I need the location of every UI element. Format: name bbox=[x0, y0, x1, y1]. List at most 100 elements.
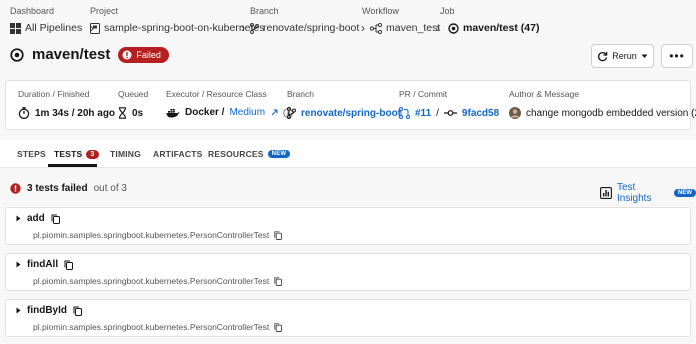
test-item[interactable]: add pl.piomin.samples.springboot.kuberne… bbox=[5, 207, 691, 245]
caret-down-icon bbox=[641, 54, 648, 59]
tab-timing-label: TIMING bbox=[110, 149, 141, 159]
copy-icon[interactable] bbox=[51, 214, 60, 224]
tab-resources[interactable]: RESOURCES NEW bbox=[208, 149, 291, 159]
dashboard-grid-icon bbox=[10, 22, 21, 34]
tests-summary: 3 tests failed out of 3 bbox=[10, 183, 127, 194]
crumb-branch[interactable]: Branch renovate/spring-boot bbox=[250, 6, 359, 34]
page-title: maven/test bbox=[32, 46, 111, 63]
crumb-dashboard[interactable]: Dashboard All Pipelines bbox=[10, 6, 82, 34]
executor-label: Executor / Resource Class bbox=[166, 89, 267, 99]
tab-artifacts-label: ARTIFACTS bbox=[153, 149, 203, 159]
tab-steps-label: STEPS bbox=[17, 149, 46, 159]
test-item[interactable]: findById pl.piomin.samples.springboot.ku… bbox=[5, 299, 691, 337]
breadcrumb: Dashboard All Pipelines › Project sample… bbox=[10, 6, 696, 36]
error-icon bbox=[122, 50, 132, 60]
test-classname: pl.piomin.samples.springboot.kubernetes.… bbox=[33, 322, 270, 332]
pull-request-icon bbox=[399, 107, 410, 119]
job-icon bbox=[448, 22, 459, 34]
pr-commit-separator: / bbox=[436, 107, 439, 119]
author-section: Author & Message change mongodb embedded… bbox=[509, 89, 696, 119]
test-insights-label: Test Insights bbox=[617, 182, 652, 204]
crumb-project[interactable]: Project sample-spring-boot-on-kubernetes bbox=[90, 6, 265, 34]
test-name: add bbox=[27, 213, 45, 224]
branch-section: Branch renovate/spring-boot bbox=[287, 89, 401, 119]
crumb-job-value: maven/test (47) bbox=[463, 22, 540, 34]
tab-tests-label: TESTS bbox=[54, 149, 83, 159]
author-message: change mongodb embedded version (2) bbox=[526, 107, 696, 119]
branch-icon bbox=[287, 107, 296, 119]
failed-count-text: 3 tests failed bbox=[27, 183, 88, 194]
more-actions-button[interactable]: ••• bbox=[661, 44, 693, 68]
pr-commit-section: PR / Commit #11 / 9facd58 bbox=[399, 89, 499, 119]
refresh-icon bbox=[597, 51, 608, 62]
rerun-button-label: Rerun bbox=[612, 51, 637, 61]
rerun-button[interactable]: Rerun bbox=[591, 44, 654, 68]
duration-section: Duration / Finished 1m 34s / 20h ago bbox=[18, 89, 115, 119]
crumb-dashboard-label: Dashboard bbox=[10, 6, 55, 16]
branch-icon bbox=[250, 22, 259, 34]
caret-right-icon[interactable] bbox=[16, 215, 21, 222]
active-tab-indicator bbox=[48, 164, 97, 167]
tab-tests[interactable]: TESTS 3 bbox=[54, 149, 99, 159]
crumb-workflow[interactable]: Workflow maven_test bbox=[362, 6, 440, 34]
copy-icon[interactable] bbox=[73, 306, 82, 316]
test-item[interactable]: findAll pl.piomin.samples.springboot.kub… bbox=[5, 253, 691, 291]
crumb-branch-label: Branch bbox=[250, 6, 279, 16]
new-badge: NEW bbox=[267, 150, 291, 158]
tests-count-badge: 3 bbox=[86, 149, 99, 159]
error-icon bbox=[10, 183, 21, 194]
tab-timing[interactable]: TIMING bbox=[110, 149, 141, 159]
executor-value: Docker / bbox=[185, 107, 225, 118]
crumb-workflow-value[interactable]: maven_test bbox=[386, 22, 440, 34]
caret-right-icon[interactable] bbox=[16, 261, 21, 268]
pr-link[interactable]: #11 bbox=[415, 108, 431, 119]
chevron-right-icon: › bbox=[241, 21, 245, 35]
author-label: Author & Message bbox=[509, 89, 579, 99]
queued-section: Queued 0s bbox=[118, 89, 148, 119]
crumb-job: Job maven/test (47) bbox=[440, 6, 539, 34]
commit-link[interactable]: 9facd58 bbox=[462, 108, 499, 119]
copy-icon[interactable] bbox=[274, 276, 283, 286]
status-badge-label: Failed bbox=[136, 49, 161, 60]
crumb-project-label: Project bbox=[90, 6, 119, 16]
job-header: maven/test Failed bbox=[10, 46, 169, 63]
copy-icon[interactable] bbox=[274, 230, 283, 240]
chart-icon bbox=[600, 187, 612, 199]
commit-icon bbox=[443, 109, 457, 117]
queued-label: Queued bbox=[118, 89, 149, 99]
tab-resources-label: RESOURCES bbox=[208, 149, 264, 159]
test-name: findById bbox=[27, 305, 67, 316]
pr-commit-label: PR / Commit bbox=[399, 89, 448, 99]
workflow-icon bbox=[370, 22, 382, 34]
tab-artifacts[interactable]: ARTIFACTS bbox=[153, 149, 203, 159]
copy-icon[interactable] bbox=[64, 260, 74, 270]
tab-steps[interactable]: STEPS bbox=[17, 149, 46, 159]
external-link-icon[interactable] bbox=[270, 109, 278, 117]
test-insights-link[interactable]: Test Insights NEW bbox=[600, 182, 696, 204]
copy-icon[interactable] bbox=[274, 322, 283, 332]
avatar bbox=[509, 107, 521, 119]
total-count-text: out of 3 bbox=[93, 183, 127, 194]
branch-link[interactable]: renovate/spring-boot bbox=[301, 108, 401, 119]
duration-label: Duration / Finished bbox=[18, 89, 90, 99]
job-tabs: STEPS TESTS 3 TIMING ARTIFACTS RESOURCES… bbox=[0, 140, 696, 168]
status-badge: Failed bbox=[118, 46, 169, 63]
queued-value: 0s bbox=[132, 107, 144, 119]
crumb-job-label: Job bbox=[440, 6, 455, 16]
job-icon bbox=[10, 47, 24, 62]
caret-right-icon[interactable] bbox=[16, 307, 21, 314]
executor-section: Executor / Resource Class Docker / Mediu… bbox=[166, 89, 293, 118]
new-badge: NEW bbox=[674, 189, 696, 197]
test-classname: pl.piomin.samples.springboot.kubernetes.… bbox=[33, 230, 270, 240]
docker-icon bbox=[166, 108, 180, 118]
branch-label: Branch bbox=[287, 89, 314, 99]
test-classname: pl.piomin.samples.springboot.kubernetes.… bbox=[33, 276, 270, 286]
job-info-card: Duration / Finished 1m 34s / 20h ago Que… bbox=[5, 80, 696, 130]
duration-value: 1m 34s / 20h ago bbox=[35, 107, 116, 119]
stopwatch-icon bbox=[18, 107, 30, 119]
hourglass-icon bbox=[118, 107, 127, 119]
project-icon bbox=[90, 22, 100, 34]
crumb-branch-value[interactable]: renovate/spring-boot bbox=[263, 22, 359, 34]
crumb-dashboard-value[interactable]: All Pipelines bbox=[25, 22, 82, 34]
resource-class-link[interactable]: Medium bbox=[229, 107, 265, 118]
